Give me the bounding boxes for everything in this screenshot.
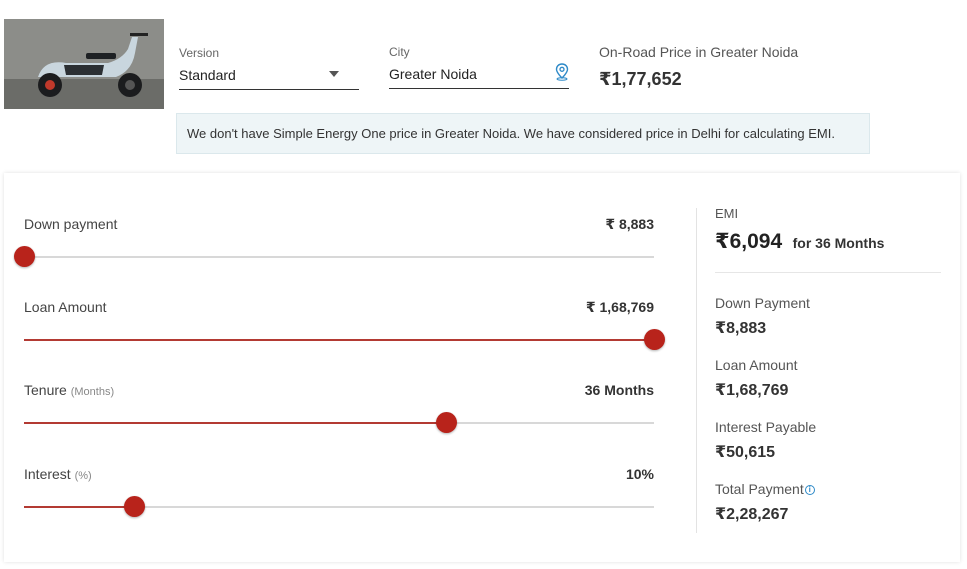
version-label: Version <box>179 46 220 60</box>
loan-amount-value: ₹ 1,68,769 <box>585 299 654 315</box>
emi-value: ₹6,094 <box>715 230 783 253</box>
summary-separator <box>715 272 941 273</box>
location-pin-icon[interactable] <box>555 63 569 81</box>
summary-interest-payable: Interest Payable ₹50,615 <box>715 419 945 462</box>
summary-interest-label: Interest Payable <box>715 419 817 435</box>
version-value[interactable]: Standard <box>179 67 359 90</box>
loan-amount-slider[interactable] <box>24 329 665 350</box>
tenure-slider-row: Tenure (Months) 36 Months <box>24 382 654 433</box>
scooter-illustration <box>4 19 164 109</box>
down-payment-value: ₹ 8,883 <box>605 216 654 232</box>
tenure-unit: (Months) <box>70 386 115 398</box>
down-payment-slider-handle[interactable] <box>14 246 35 267</box>
interest-label: Interest (%) <box>24 466 654 482</box>
vertical-divider <box>696 208 697 533</box>
interest-label-text: Interest <box>24 466 71 482</box>
tenure-value: 36 Months <box>584 382 654 398</box>
city-input[interactable]: City Greater Noida <box>389 45 569 89</box>
tenure-label-text: Tenure <box>24 382 67 398</box>
interest-unit: (%) <box>74 470 92 482</box>
summary-loan-amount: Loan Amount ₹1,68,769 <box>715 357 945 400</box>
price-notice: We don't have Simple Energy One price in… <box>176 113 870 154</box>
emi-label: EMI <box>715 206 739 221</box>
version-select[interactable]: Version Standard <box>179 46 359 90</box>
on-road-price: On-Road Price in Greater Noida ₹1,77,652 <box>599 44 798 90</box>
emi-row: ₹6,094 for 36 Months <box>715 229 945 254</box>
summary-total-value: ₹2,28,267 <box>715 506 789 523</box>
tenure-slider-handle[interactable] <box>436 412 458 433</box>
city-value[interactable]: Greater Noida <box>389 63 569 89</box>
summary-down-payment: Down Payment ₹8,883 <box>715 295 945 338</box>
emi-calculator-page: Version Standard City Greater Noida On-R… <box>0 0 967 569</box>
info-icon[interactable]: i <box>804 485 815 495</box>
interest-slider-fill <box>24 506 135 508</box>
emi-summary: EMI ₹6,094 for 36 Months Down Payment ₹8… <box>715 206 945 524</box>
caret-down-icon[interactable] <box>329 71 339 77</box>
vehicle-image <box>4 19 164 109</box>
down-payment-label: Down payment <box>24 216 118 232</box>
summary-total-payment: Total Payment i ₹2,28,267 <box>715 481 945 524</box>
summary-loan-amount-value: ₹1,68,769 <box>715 382 789 399</box>
interest-value: 10% <box>625 466 654 482</box>
tenure-slider[interactable] <box>24 412 654 433</box>
interest-slider-row: Interest (%) 10% <box>24 466 654 517</box>
summary-down-payment-value: ₹8,883 <box>715 320 767 337</box>
loan-amount-label: Loan Amount <box>24 299 107 315</box>
on-road-price-value: ₹1,77,652 <box>599 69 682 89</box>
summary-loan-amount-label: Loan Amount <box>715 357 798 373</box>
interest-slider-handle[interactable] <box>124 496 146 517</box>
on-road-price-label: On-Road Price in Greater Noida <box>599 44 799 60</box>
version-selected-text: Standard <box>179 67 236 83</box>
city-label: City <box>389 45 410 59</box>
tenure-slider-fill <box>24 422 447 424</box>
city-text: Greater Noida <box>389 66 477 82</box>
down-payment-slider[interactable] <box>14 246 654 267</box>
summary-down-payment-label: Down Payment <box>715 295 810 311</box>
emi-calculator-card: Down payment ₹ 8,883 Loan Amount ₹ 1,68,… <box>4 173 960 562</box>
loan-amount-slider-handle[interactable] <box>644 329 665 350</box>
emi-tenure: for 36 Months <box>792 235 885 251</box>
summary-interest-value: ₹50,615 <box>715 444 776 461</box>
tenure-label: Tenure (Months) <box>24 382 654 398</box>
loan-amount-slider-fill <box>24 339 654 341</box>
down-payment-slider-row: Down payment ₹ 8,883 <box>14 216 654 267</box>
summary-total-label: Total Payment <box>715 481 804 497</box>
summary-total-label-row: Total Payment i <box>715 481 945 497</box>
loan-amount-slider-row: Loan Amount ₹ 1,68,769 <box>24 299 665 350</box>
interest-slider[interactable] <box>24 496 654 517</box>
